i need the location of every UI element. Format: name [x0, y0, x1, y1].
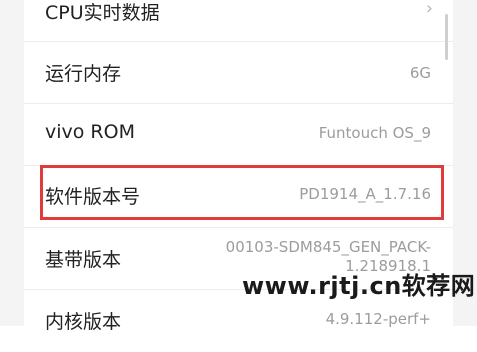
row-value: 6G — [409, 64, 431, 82]
watermark: www.rjtj.cn软荐网 — [242, 266, 475, 301]
row-value: 4.9.112-perf+ — [325, 310, 431, 328]
row-label: 运行内存 — [45, 63, 122, 85]
list-item-vivo-rom: vivo ROM Funtouch OS_9 — [24, 104, 453, 166]
highlight-box — [40, 165, 444, 220]
scrollbar[interactable] — [445, 14, 448, 60]
chevron-right-icon: › — [425, 0, 433, 19]
row-value-line1: 00103-SDM845_GEN_PACK- — [225, 238, 431, 256]
row-label: CPU实时数据 — [45, 2, 160, 24]
row-label: vivo ROM — [45, 121, 135, 143]
list-item-cpu-realtime[interactable]: CPU实时数据 › — [24, 0, 453, 42]
row-label: 内核版本 — [45, 311, 122, 333]
left-gutter — [0, 0, 24, 326]
row-label: 基带版本 — [45, 249, 122, 271]
watermark-text: www.rjtj.cn软荐网 — [242, 272, 476, 300]
row-value: Funtouch OS_9 — [318, 124, 431, 142]
list-item-ram: 运行内存 6G — [24, 42, 453, 104]
